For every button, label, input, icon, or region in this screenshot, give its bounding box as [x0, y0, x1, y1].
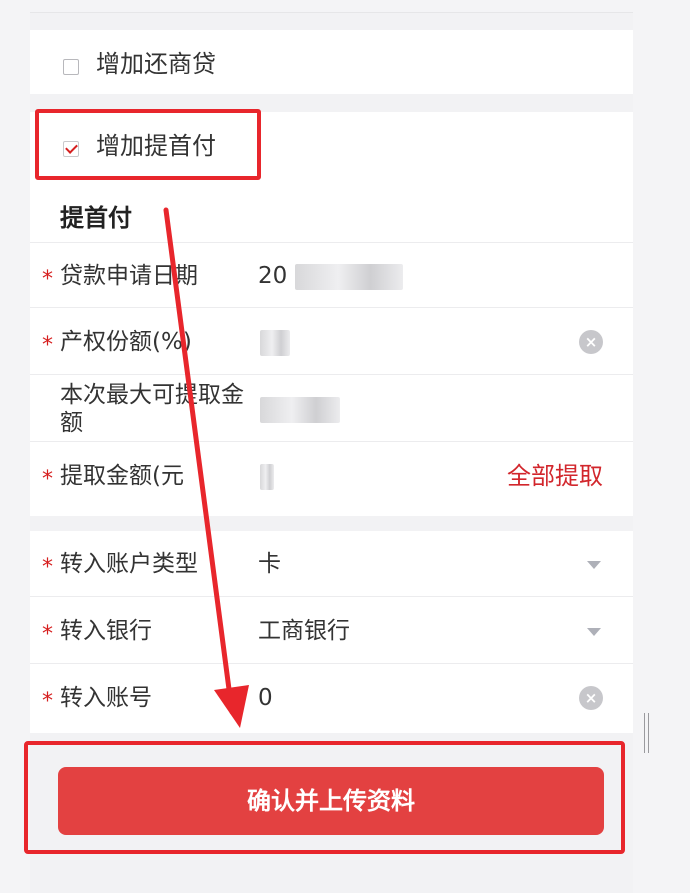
annotation-arrow-icon [163, 207, 249, 728]
